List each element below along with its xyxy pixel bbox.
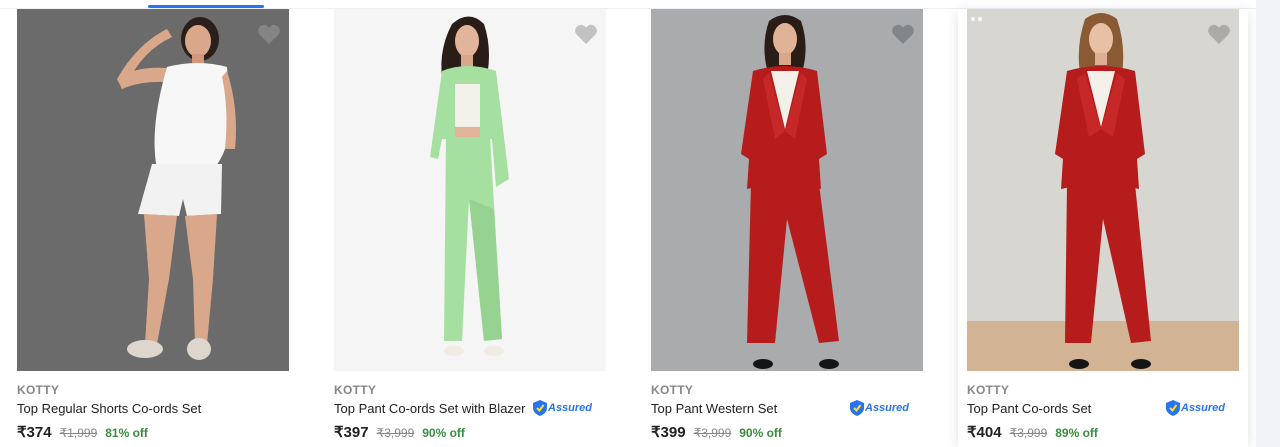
discount-percent: 90% off (739, 426, 782, 440)
selling-price: ₹399 (651, 424, 686, 441)
assured-badge: Assured (850, 399, 909, 417)
product-title[interactable]: Top Pant Co-ords Set (967, 401, 1091, 416)
price-row: ₹404 ₹3,999 89% off (967, 423, 1098, 441)
product-image[interactable] (651, 9, 923, 371)
product-brand: KOTTY (334, 383, 377, 397)
product-title[interactable]: Top Regular Shorts Co-ords Set (17, 401, 201, 416)
product-grid: KOTTY Top Regular Shorts Co-ords Set ₹37… (0, 0, 1256, 447)
selling-price: ₹374 (17, 424, 52, 441)
assured-label: Assured (865, 402, 910, 414)
heart-icon[interactable] (1207, 23, 1231, 45)
heart-icon[interactable] (574, 23, 598, 45)
shield-icon (1166, 400, 1180, 416)
original-price: ₹3,999 (1009, 426, 1048, 440)
heart-icon[interactable] (891, 23, 915, 45)
product-card[interactable]: KOTTY Top Pant Co-ords Set Assured ₹404 … (958, 9, 1248, 447)
assured-label: Assured (1181, 402, 1226, 414)
discount-percent: 89% off (1055, 426, 1098, 440)
product-title[interactable]: Top Pant Western Set (651, 401, 777, 416)
shield-icon (533, 400, 547, 416)
heart-icon[interactable] (257, 23, 281, 45)
product-card[interactable]: KOTTY Top Pant Co-ords Set with Blazer A… (334, 9, 606, 447)
image-carousel-dots (971, 17, 982, 21)
price-row: ₹374 ₹1,999 81% off (17, 423, 148, 441)
assured-label: Assured (548, 402, 593, 414)
product-photo-model-red-set (651, 9, 923, 371)
product-title[interactable]: Top Pant Co-ords Set with Blazer (334, 401, 525, 416)
original-price: ₹1,999 (59, 426, 98, 440)
product-card[interactable]: KOTTY Top Pant Western Set Assured ₹399 … (651, 9, 923, 447)
original-price: ₹3,999 (693, 426, 732, 440)
product-brand: KOTTY (17, 383, 60, 397)
product-image[interactable] (334, 9, 606, 371)
product-photo-model-green-set (334, 9, 606, 371)
product-photo-model-red-set (967, 9, 1239, 371)
original-price: ₹3,999 (376, 426, 415, 440)
assured-badge: Assured (1166, 399, 1225, 417)
product-brand: KOTTY (651, 383, 694, 397)
product-image[interactable] (967, 9, 1239, 371)
discount-percent: 90% off (422, 426, 465, 440)
shield-icon (850, 400, 864, 416)
product-photo-model-white-set (17, 9, 289, 371)
price-row: ₹399 ₹3,999 90% off (651, 423, 782, 441)
price-row: ₹397 ₹3,999 90% off (334, 423, 465, 441)
discount-percent: 81% off (105, 426, 148, 440)
product-card[interactable]: KOTTY Top Regular Shorts Co-ords Set ₹37… (17, 9, 289, 447)
assured-badge: Assured (533, 399, 592, 417)
page-gutter (1256, 0, 1280, 447)
selling-price: ₹404 (967, 424, 1002, 441)
product-brand: KOTTY (967, 383, 1010, 397)
selling-price: ₹397 (334, 424, 369, 441)
product-image[interactable] (17, 9, 289, 371)
